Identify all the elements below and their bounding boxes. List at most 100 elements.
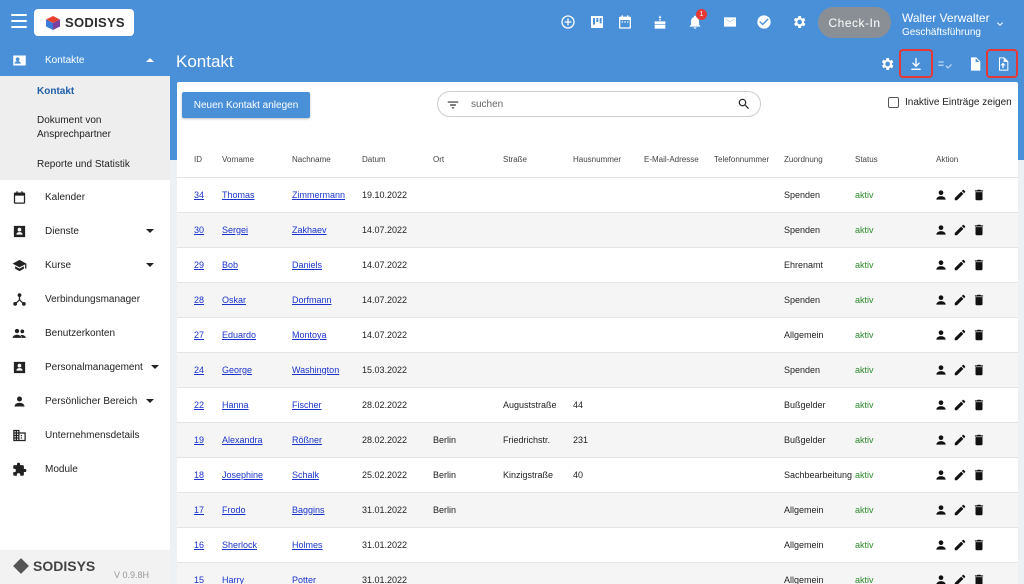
first-name-link[interactable]: Sergei [222, 225, 248, 235]
edit-icon[interactable] [953, 188, 967, 202]
last-name-link[interactable]: Fischer [292, 400, 322, 410]
sidebar-subitem-dokument[interactable]: Dokument von Ansprechpartner [0, 107, 120, 149]
view-person-icon[interactable] [934, 363, 948, 377]
last-name-link[interactable]: Montoya [292, 330, 327, 340]
view-person-icon[interactable] [934, 188, 948, 202]
last-name-link[interactable]: Potter [292, 575, 316, 584]
view-person-icon[interactable] [934, 503, 948, 517]
id-link[interactable]: 17 [194, 505, 204, 515]
column-header[interactable]: Zuordnung [784, 143, 855, 177]
mail-icon[interactable] [720, 12, 740, 32]
column-header[interactable]: Hausnummer [573, 143, 644, 177]
check-in-button[interactable]: Check-In [818, 7, 891, 38]
view-person-icon[interactable] [934, 538, 948, 552]
menu-icon[interactable] [11, 14, 27, 28]
column-header[interactable]: Status [855, 143, 930, 177]
view-person-icon[interactable] [934, 328, 948, 342]
filter-icon[interactable] [446, 98, 460, 112]
delete-icon[interactable] [972, 293, 986, 307]
id-link[interactable]: 28 [194, 295, 204, 305]
delete-icon[interactable] [972, 468, 986, 482]
last-name-link[interactable]: Baggins [292, 505, 325, 515]
chevron-up-icon[interactable] [146, 58, 154, 62]
cake-icon[interactable] [650, 12, 670, 32]
last-name-link[interactable]: Zakhaev [292, 225, 327, 235]
first-name-link[interactable]: Bob [222, 260, 238, 270]
check-circle-icon[interactable] [754, 12, 774, 32]
chevron-down-icon[interactable] [994, 18, 1004, 28]
delete-icon[interactable] [972, 538, 986, 552]
view-person-icon[interactable] [934, 258, 948, 272]
delete-icon[interactable] [972, 433, 986, 447]
last-name-link[interactable]: Washington [292, 365, 339, 375]
sidebar-item-kurse[interactable]: Kurse [0, 248, 170, 282]
column-header[interactable]: Telefonnummer [714, 143, 784, 177]
edit-icon[interactable] [953, 503, 967, 517]
inactive-checkbox[interactable] [888, 97, 899, 108]
id-link[interactable]: 34 [194, 190, 204, 200]
delete-icon[interactable] [972, 328, 986, 342]
search-input[interactable] [471, 96, 721, 112]
id-link[interactable]: 22 [194, 400, 204, 410]
edit-icon[interactable] [953, 223, 967, 237]
edit-icon[interactable] [953, 538, 967, 552]
view-person-icon[interactable] [934, 573, 948, 584]
last-name-link[interactable]: Rößner [292, 435, 322, 445]
sidebar-item-kontakte[interactable]: Kontakte [0, 45, 170, 76]
last-name-link[interactable]: Holmes [292, 540, 323, 550]
settings-icon[interactable] [877, 54, 897, 74]
view-person-icon[interactable] [934, 433, 948, 447]
column-header[interactable]: Ort [433, 143, 503, 177]
column-header[interactable]: Nachname [292, 143, 362, 177]
id-link[interactable]: 30 [194, 225, 204, 235]
edit-icon[interactable] [953, 258, 967, 272]
kanban-icon[interactable] [587, 12, 607, 32]
search-icon[interactable] [737, 97, 751, 111]
sidebar-subitem-kontakt[interactable]: Kontakt [0, 76, 170, 107]
gear-icon[interactable] [789, 12, 809, 32]
column-header[interactable]: E-Mail-Adresse [644, 143, 714, 177]
delete-icon[interactable] [972, 573, 986, 584]
sidebar-item-module[interactable]: Module [0, 452, 170, 486]
delete-icon[interactable] [972, 398, 986, 412]
sidebar-item-kalender[interactable]: Kalender [0, 180, 170, 214]
download-icon[interactable] [906, 54, 926, 74]
calendar-icon[interactable] [615, 12, 635, 32]
column-header[interactable]: Straße [503, 143, 573, 177]
column-header[interactable]: Vorname [222, 143, 292, 177]
first-name-link[interactable]: Hanna [222, 400, 249, 410]
last-name-link[interactable]: Schalk [292, 470, 319, 480]
first-name-link[interactable]: Alexandra [222, 435, 263, 445]
bell-icon[interactable]: 1 [685, 9, 707, 32]
id-link[interactable]: 24 [194, 365, 204, 375]
new-contact-button[interactable]: Neuen Kontakt anlegen [182, 92, 310, 118]
sidebar-item-personalmanagement[interactable]: Personalmanagement [0, 350, 170, 384]
sidebar-item-unternehmensdetails[interactable]: Unternehmensdetails [0, 418, 170, 452]
first-name-link[interactable]: Josephine [222, 470, 263, 480]
id-link[interactable]: 19 [194, 435, 204, 445]
delete-icon[interactable] [972, 223, 986, 237]
id-link[interactable]: 18 [194, 470, 204, 480]
inactive-entries-toggle[interactable]: Inaktive Einträge zeigen [888, 97, 1012, 108]
column-header[interactable]: ID [177, 143, 222, 177]
id-link[interactable]: 29 [194, 260, 204, 270]
edit-icon[interactable] [953, 433, 967, 447]
first-name-link[interactable]: Eduardo [222, 330, 256, 340]
add-circle-icon[interactable] [558, 12, 578, 32]
view-person-icon[interactable] [934, 223, 948, 237]
edit-icon[interactable] [953, 363, 967, 377]
brand-logo[interactable]: SODISYS [34, 9, 134, 36]
id-link[interactable]: 27 [194, 330, 204, 340]
view-person-icon[interactable] [934, 398, 948, 412]
delete-icon[interactable] [972, 503, 986, 517]
file-upload-icon[interactable] [993, 54, 1013, 74]
document-icon[interactable] [965, 54, 985, 74]
view-person-icon[interactable] [934, 293, 948, 307]
sidebar-item-dienste[interactable]: Dienste [0, 214, 170, 248]
sidebar-subitem-reporte[interactable]: Reporte und Statistik [0, 149, 170, 180]
chevron-down-icon[interactable] [151, 365, 159, 369]
sidebar-item-verbindungsmanager[interactable]: Verbindungsmanager [0, 282, 170, 316]
checklist-icon[interactable] [935, 54, 955, 74]
delete-icon[interactable] [972, 363, 986, 377]
chevron-down-icon[interactable] [146, 229, 154, 233]
